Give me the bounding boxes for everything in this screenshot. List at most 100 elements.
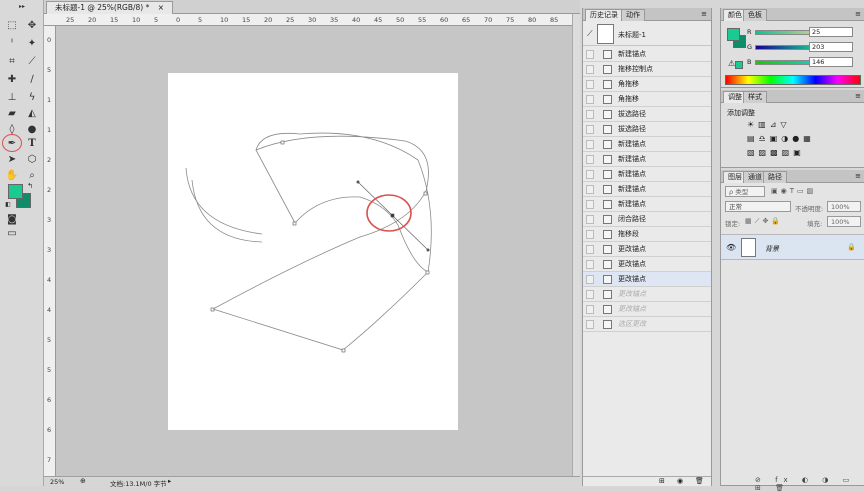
history-item[interactable]: 新建锚点 [583,167,711,182]
snapshot-camera-icon[interactable]: ◉ [677,477,683,485]
history-item[interactable]: 更改锚点 [583,302,711,317]
history-item[interactable]: 新建锚点 [583,182,711,197]
adjustments-panel-tabs: 调整 样式 ≡ [721,90,864,103]
history-state-icon [603,215,612,224]
history-item[interactable]: 拖移控制点 [583,62,711,77]
history-item-label: 更改锚点 [618,290,646,298]
gamut-color-swatch[interactable] [735,61,743,69]
layers-panel: 图层 通道 路径 ≡ ρ 类型 ▣◉T▭▨ 正常 不透明度: 100% 锁定: … [721,170,864,492]
history-item[interactable]: 闭合路径 [583,212,711,227]
history-item[interactable]: 更改锚点 [583,272,711,287]
history-source-checkbox[interactable] [586,140,594,149]
history-item[interactable]: 拔选路径 [583,107,711,122]
history-item[interactable]: 角拖移 [583,77,711,92]
panel-menu-icon[interactable]: ≡ [701,10,707,18]
layer-name[interactable]: 背景 [765,244,779,254]
history-source-checkbox[interactable] [586,260,594,269]
color-fg-swatch[interactable] [727,28,740,41]
foreground-color-swatch[interactable] [8,184,23,199]
history-state-icon [603,170,612,179]
history-source-checkbox[interactable] [586,170,594,179]
history-source-checkbox[interactable] [586,155,594,164]
history-source-checkbox[interactable] [586,80,594,89]
history-item[interactable]: 新建锚点 [583,197,711,212]
history-item-label: 角拖移 [618,95,639,103]
adjustment-row1-icons[interactable]: ☀▥⊿▽ [747,120,791,129]
history-state-icon [603,65,612,74]
history-item[interactable]: 拔选路径 [583,122,711,137]
blend-mode-select[interactable]: 正常 [725,201,791,212]
layer-filter-select[interactable]: ρ 类型 [725,186,765,197]
history-state-icon [603,290,612,299]
visibility-eye-icon[interactable]: 👁 [726,243,736,252]
history-item[interactable]: 拖移段 [583,227,711,242]
adjustment-row3-icons[interactable]: ▧▨▩▨▣ [747,148,805,157]
history-item-label: 更改锚点 [618,305,646,313]
anchor-point [210,307,215,312]
opacity-field[interactable]: 100% [827,201,861,212]
anchor-point [423,191,428,196]
channel-r-label: R [747,28,752,36]
channel-r-value[interactable]: 25 [809,27,853,37]
history-source-checkbox[interactable] [586,230,594,239]
layer-row-background[interactable]: 👁 背景 🔒 [721,234,864,260]
new-document-from-state-icon[interactable]: ⊞ [659,477,665,485]
anchor-point [425,270,430,275]
history-source-checkbox[interactable] [586,275,594,284]
history-source-checkbox[interactable] [586,245,594,254]
anchor-point [341,348,346,353]
history-source-checkbox[interactable] [586,320,594,329]
history-source-checkbox[interactable] [586,125,594,134]
history-item[interactable]: 新建锚点 [583,137,711,152]
history-item[interactable]: 新建锚点 [583,152,711,167]
tab-history[interactable]: 历史记录 [585,9,623,21]
history-state-icon [603,50,612,59]
history-source-checkbox[interactable] [586,95,594,104]
history-source-checkbox[interactable] [586,110,594,119]
history-source-checkbox[interactable] [586,185,594,194]
trash-icon[interactable]: 🗑 [695,477,704,485]
panel-menu-icon[interactable]: ≡ [855,172,861,180]
tab-actions[interactable]: 动作 [621,9,645,21]
history-item[interactable]: 更改锚点 [583,242,711,257]
history-source-checkbox[interactable] [586,290,594,299]
tab-paths[interactable]: 路径 [763,171,787,183]
history-item-label: 新建锚点 [618,50,646,58]
history-item-label: 更改锚点 [618,245,646,253]
history-item[interactable]: 新建锚点 [583,47,711,62]
history-state-icon [603,260,612,269]
opacity-label: 不透明度: [795,205,824,213]
panel-menu-icon[interactable]: ≡ [855,92,861,100]
history-list: 新建锚点 拖移控制点 角拖移 角拖移 拔选路径 拔选路径 新建锚点 新建锚点 新建锚点 新建锚点新… [583,47,711,467]
history-item[interactable]: 角拖移 [583,92,711,107]
history-source-checkbox[interactable] [586,65,594,74]
panel-menu-icon[interactable]: ≡ [855,10,861,18]
adjustment-row2-icons[interactable]: ▤♎▣◑●▦ [747,134,815,143]
history-state-icon [603,80,612,89]
channel-g-value[interactable]: 203 [809,42,853,52]
history-brush-source-icon[interactable]: ⟋ [587,29,593,39]
tab-swatches[interactable]: 色板 [743,9,767,21]
channel-b-value[interactable]: 146 [809,57,853,67]
color-spectrum-bar[interactable] [725,75,861,85]
history-source-checkbox[interactable] [586,50,594,59]
history-snapshot[interactable]: ⟋ 未标题-1 [583,22,711,46]
history-item[interactable]: 选区更改 [583,317,711,332]
history-source-checkbox[interactable] [586,215,594,224]
layers-panel-tabs: 图层 通道 路径 ≡ [721,170,864,183]
layer-filter-icons[interactable]: ▣◉T▭▨ [771,187,816,195]
history-source-checkbox[interactable] [586,305,594,314]
tab-styles[interactable]: 样式 [743,91,767,103]
pen-path-main [211,132,432,351]
history-item-label: 更改锚点 [618,260,646,268]
color-panel-tabs: 颜色 色板 ≡ [721,8,864,21]
history-item[interactable]: 更改锚点 [583,257,711,272]
history-item[interactable]: 更改锚点 [583,287,711,302]
lock-icons[interactable]: ▦⟋✥🔒 [745,217,783,226]
fill-field[interactable]: 100% [827,216,861,227]
history-source-checkbox[interactable] [586,200,594,209]
history-state-icon [603,155,612,164]
layer-lock-icon: 🔒 [847,243,856,251]
history-state-icon [603,245,612,254]
layers-footer-icons[interactable]: ⊘ fx ◐ ◑ ▭ ⊞ 🗑 [755,476,864,492]
